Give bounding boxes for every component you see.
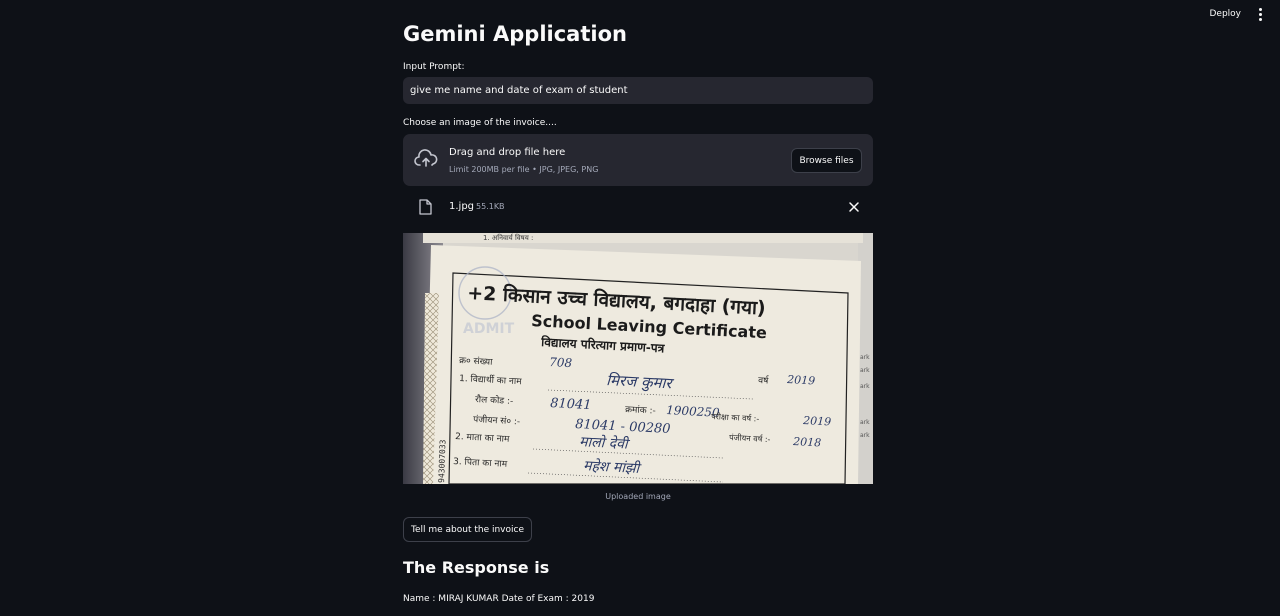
cert-father-value: महेश मांझी [583,457,643,477]
certificate-photo: 1. अनिवार्य विषय : 943007033 ADMIT +2 कि… [403,233,873,484]
cert-side-number: 943007033 [437,439,448,483]
cert-serial-label: क्र० संख्या [459,355,494,368]
dropzone-limit-text: Limit 200MB per file • JPG, JPEG, PNG [449,165,599,174]
top-toolbar: Deploy [1209,0,1280,28]
response-text: Name : MIRAJ KUMAR Date of Exam : 2019 [403,594,595,604]
file-dropzone[interactable]: Drag and drop file here Limit 200MB per … [403,134,873,186]
response-heading: The Response is [403,558,550,577]
file-name: 1.jpg [449,201,475,212]
uploaded-file-row: 1.jpg 55.1KB [403,196,873,218]
cert-top-snippet: 1. अनिवार्य विषय : [483,233,533,242]
cloud-upload-icon [414,149,438,167]
dropzone-title: Drag and drop file here [449,147,566,158]
uploaded-image: 1. अनिवार्य विषय : 943007033 ADMIT +2 कि… [403,233,873,484]
edge-mark: ark [860,419,870,426]
cert-reg-year-value: 2018 [792,435,822,449]
edge-mark: ark [860,354,870,361]
browse-files-button[interactable]: Browse files [791,148,862,173]
main-menu-icon[interactable] [1255,6,1266,23]
cert-year-label: वर्ष [758,374,770,387]
file-icon [419,199,432,215]
app-title: Gemini Application [403,22,627,46]
cert-mother-value: मालो देवी [579,433,632,453]
edge-mark: ark [860,367,870,374]
file-size: 55.1KB [476,202,505,211]
edge-mark: ark [860,432,870,439]
cert-serial-value: 708 [549,355,573,370]
cert-roll-value: 81041 [550,396,592,413]
cert-year-value: 2019 [786,373,816,387]
deploy-button[interactable]: Deploy [1209,9,1241,19]
cert-watermark-stamp: ADMIT [463,321,515,337]
prompt-label: Input Prompt: [403,62,465,72]
remove-file-close-icon[interactable] [848,201,860,213]
uploader-label: Choose an image of the invoice.... [403,118,557,128]
tell-me-about-invoice-button[interactable]: Tell me about the invoice [403,517,532,542]
prompt-input[interactable] [403,77,873,104]
cert-kramank-label: क्रमांक :- [625,404,656,417]
edge-mark: ark [860,383,870,390]
cert-exam-year-value: 2019 [802,414,832,428]
image-caption: Uploaded image [605,492,671,501]
